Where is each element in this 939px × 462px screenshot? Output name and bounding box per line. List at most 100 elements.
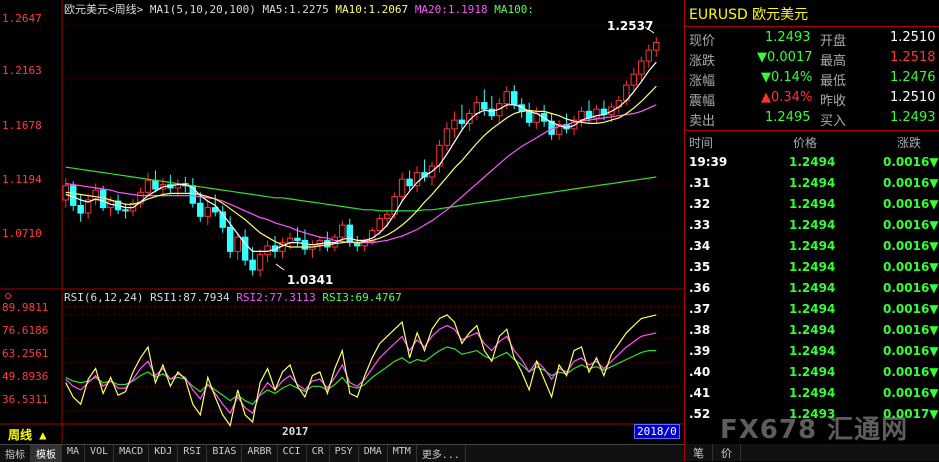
tab-rsi[interactable]: RSI <box>178 445 208 462</box>
candle-body <box>346 224 354 244</box>
candle-body <box>645 49 653 62</box>
quote-tab-bar: 笔 价 <box>685 444 939 461</box>
tab-dma[interactable]: DMA <box>359 445 388 462</box>
watermark-logo: FX678 汇通网 <box>720 415 909 445</box>
tab-ma[interactable]: MA <box>62 445 86 462</box>
candle-body <box>152 179 159 190</box>
symbol-title: EURUSD 欧元美元 <box>689 7 809 23</box>
tick-time: .52 <box>689 407 711 421</box>
tick-price: 1.2494 <box>789 386 836 400</box>
tick-change: 0.0016▼ <box>883 344 939 358</box>
rsi-tick: 63.2561 <box>2 347 49 360</box>
tick-change: 0.0016▼ <box>883 239 939 253</box>
price-tick: 1.2163 <box>2 64 42 77</box>
tab-cr[interactable]: CR <box>307 445 330 462</box>
tick-row: .32 1.2494 0.0016▼ <box>685 194 939 214</box>
divider <box>685 26 939 27</box>
tick-time: .37 <box>689 302 711 316</box>
settings-dot-icon <box>5 293 11 299</box>
indicator-tab-bar: 指标 模板 MA VOL MACD KDJ RSI BIAS ARBR CCI … <box>0 444 684 462</box>
tab-mtm[interactable]: MTM <box>388 445 417 462</box>
quote-label: 震幅 <box>689 94 716 109</box>
candle-body <box>324 239 331 248</box>
candle-body <box>294 237 301 241</box>
rsi-header: RSI(6,12,24) RSI1:87.7934 RSI2:77.3113 R… <box>64 291 402 304</box>
candle-body <box>122 209 129 212</box>
quote-label: 开盘 <box>820 34 847 49</box>
price-tick: 1.0710 <box>2 227 42 240</box>
tick-time: .36 <box>689 281 711 295</box>
tick-price: 1.2494 <box>789 176 836 190</box>
tick-change: 0.0016▼ <box>883 218 939 232</box>
tick-price: 1.2494 <box>789 197 836 211</box>
ma100-value: MA100: <box>494 3 535 16</box>
candle-body <box>638 60 645 75</box>
tick-change: 0.0016▼ <box>883 302 939 316</box>
open-price: 1.2510 <box>890 30 936 45</box>
current-price: 1.2493 <box>765 30 811 45</box>
tab-template[interactable]: 模板 <box>31 445 62 462</box>
ma-setting: MA1(5,10,20,100) <box>149 3 256 16</box>
candle-body <box>458 119 466 124</box>
candle-body <box>443 128 451 146</box>
candle-body <box>197 202 204 217</box>
candle-body <box>339 224 346 238</box>
high-price: 1.2518 <box>890 50 936 65</box>
tick-change: 0.0016▼ <box>883 386 939 400</box>
quote-label: 昨收 <box>820 94 847 109</box>
candle-body <box>630 73 638 86</box>
ask-price: 1.2495 <box>765 110 811 125</box>
rsi-tick: 36.5311 <box>2 393 49 406</box>
prev-close-price: 1.2510 <box>890 90 936 105</box>
tick-time: 19:39 <box>689 155 728 169</box>
candle-body <box>226 226 234 252</box>
price-tick: 1.1678 <box>2 119 42 132</box>
candle-body <box>301 239 309 250</box>
tick-row: .39 1.2494 0.0016▼ <box>685 341 939 361</box>
quote-row: 卖出 1.2495 买入 1.2493 <box>685 108 939 129</box>
tab-arbr[interactable]: ARBR <box>242 445 278 462</box>
price-tick: 1.1194 <box>2 173 42 186</box>
tick-price: 1.2494 <box>789 344 836 358</box>
tab-cci[interactable]: CCI <box>278 445 307 462</box>
chart-canvas[interactable] <box>0 0 684 444</box>
high-annotation: 1.2537 <box>607 19 654 33</box>
candle-body <box>249 259 256 271</box>
tab-prices[interactable]: 价 <box>713 444 741 461</box>
candle-body <box>481 102 488 110</box>
quote-label: 最高 <box>820 54 847 69</box>
tick-row: .38 1.2494 0.0016▼ <box>685 320 939 340</box>
period-selector[interactable]: 周线 ▲ <box>8 426 46 443</box>
year-label: 2017 <box>282 425 309 438</box>
quote-row: 涨幅 ▼0.14% 最低 1.2476 <box>685 68 939 89</box>
tab-more[interactable]: 更多... <box>417 445 466 462</box>
candle-body <box>234 236 241 252</box>
candle-body <box>406 178 413 187</box>
ma10-line <box>65 85 657 248</box>
time-header: 时间 <box>689 136 714 150</box>
tab-indicator[interactable]: 指标 <box>0 445 31 462</box>
tick-row: .40 1.2494 0.0016▼ <box>685 362 939 382</box>
chart-title: 欧元美元<周线> <box>64 3 144 16</box>
tab-vol[interactable]: VOL <box>85 445 115 462</box>
chart-area[interactable]: 欧元美元<周线> MA1(5,10,20,100) MA5:1.2275 MA1… <box>0 0 684 444</box>
candle-body <box>256 254 264 271</box>
tick-time: .40 <box>689 365 711 379</box>
tick-time: .34 <box>689 239 711 253</box>
tick-price: 1.2494 <box>789 155 836 169</box>
tick-change: 0.0016▼ <box>883 176 939 190</box>
tick-time: .39 <box>689 344 711 358</box>
tick-change: 0.0016▼ <box>883 155 939 169</box>
candle-body <box>653 41 660 51</box>
rsi-setting: RSI(6,12,24) <box>64 291 144 304</box>
ma5-line <box>65 61 657 252</box>
candle-body <box>383 213 391 220</box>
tab-kdj[interactable]: KDJ <box>149 445 179 462</box>
tick-time: .38 <box>689 323 711 337</box>
tab-psy[interactable]: PSY <box>330 445 359 462</box>
rsi1-line <box>65 314 657 428</box>
tab-bias[interactable]: BIAS <box>207 445 243 462</box>
tab-macd[interactable]: MACD <box>114 445 150 462</box>
tab-trades[interactable]: 笔 <box>685 444 713 461</box>
tick-price: 1.2494 <box>789 260 836 274</box>
